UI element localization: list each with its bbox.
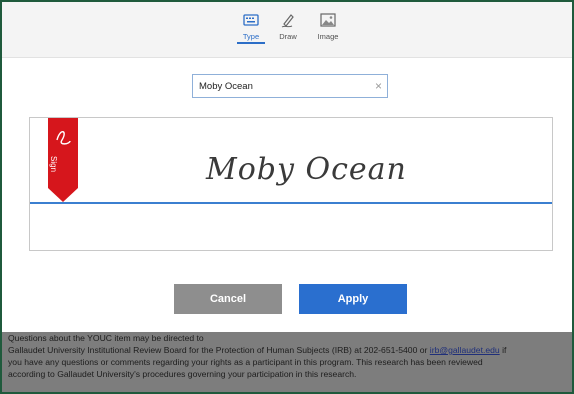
background-line-2-end: if [502, 345, 507, 355]
background-consent-text: Questions about the YOUC item may be dir… [2, 330, 572, 392]
signature-dialog: Type Draw Image × Sign Moby Ocean [2, 2, 572, 332]
background-line-3-text: you have any questions or comments regar… [8, 357, 483, 367]
background-line-1-text: Questions about the YOUC item may be dir… [8, 333, 204, 343]
apply-button[interactable]: Apply [299, 284, 407, 314]
signature-text: Moby Ocean [206, 152, 407, 187]
tab-image[interactable]: Image [305, 11, 351, 41]
keyboard-icon [243, 14, 259, 26]
background-line-4: according to Gallaudet University's proc… [8, 369, 356, 380]
irb-email-link[interactable]: irb@gallaudet.edu [430, 345, 500, 355]
signature-preview-area: Sign Moby Ocean [29, 117, 553, 251]
background-line-4-text: according to Gallaudet University's proc… [8, 369, 357, 379]
pen-icon [281, 14, 294, 28]
tab-type-label: Type [237, 32, 265, 44]
clear-icon[interactable]: × [375, 79, 382, 93]
background-line-1: Questions about the YOUC item may be dir… [8, 333, 204, 344]
background-line-3: you have any questions or comments regar… [8, 357, 483, 368]
background-line-2-text: Gallaudet University Institutional Revie… [8, 345, 428, 355]
signature-baseline [30, 202, 552, 204]
background-line-2: Gallaudet University Institutional Revie… [8, 345, 506, 356]
sign-ribbon-label: Sign [49, 156, 58, 173]
tab-image-label: Image [317, 32, 339, 41]
signature-mode-tabs: Type Draw Image [2, 2, 572, 58]
image-icon [320, 13, 336, 27]
name-input[interactable] [199, 79, 359, 94]
name-input-field: × [192, 74, 388, 98]
cancel-button[interactable]: Cancel [174, 284, 282, 314]
